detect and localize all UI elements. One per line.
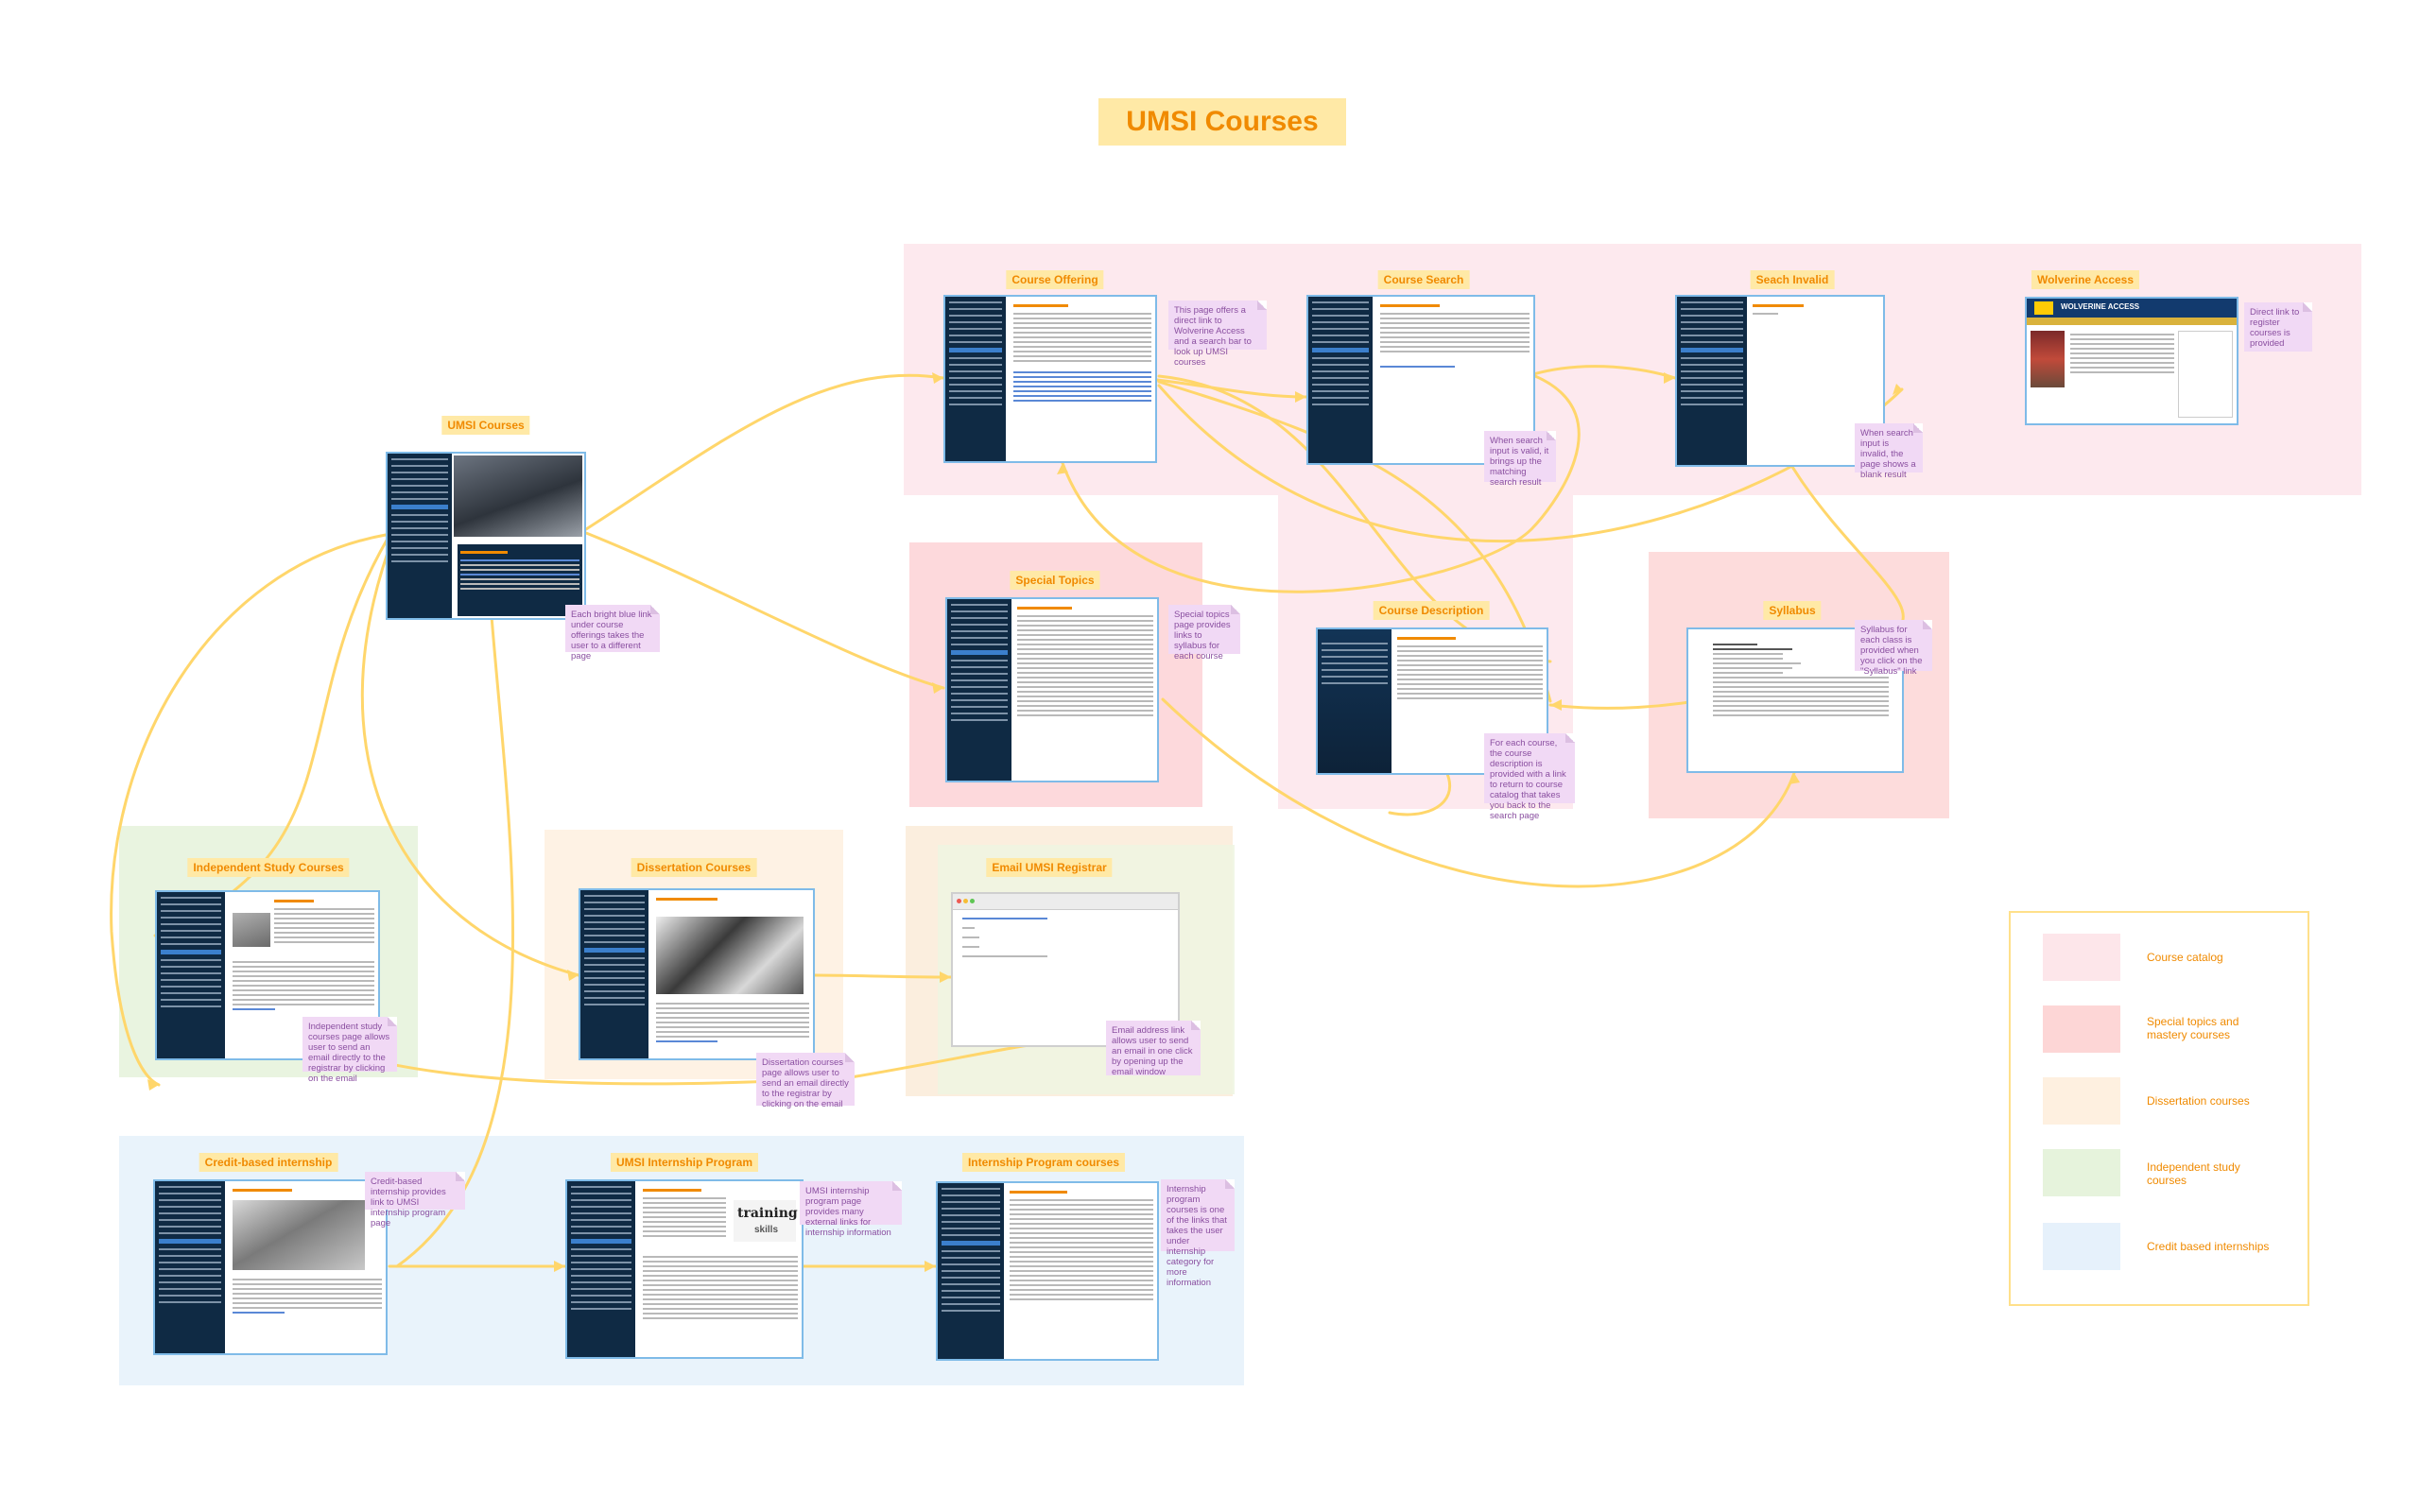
label-search-invalid: Seach Invalid [1750,270,1835,289]
legend-swatch-dissertation [2043,1077,2120,1125]
wolverine-header-bar: WOLVERINE ACCESS [2027,299,2237,318]
training-word: training [737,1206,798,1221]
label-independent-study: Independent Study Courses [187,858,350,877]
screen-search-invalid[interactable] [1675,295,1885,467]
note-umsi-internship: UMSI internship program page provides ma… [800,1181,902,1238]
legend-swatch-course-catalog [2043,934,2120,981]
note-search-invalid: When search input is invalid, the page s… [1855,423,1923,480]
note-dissertation: Dissertation courses page allows user to… [756,1053,855,1109]
label-syllabus: Syllabus [1763,601,1822,620]
label-email-registrar: Email UMSI Registrar [986,858,1113,877]
label-course-search: Course Search [1377,270,1470,289]
label-wolverine-access: Wolverine Access [2031,270,2140,289]
note-special-topics: Special topics page provides links to sy… [1168,605,1240,662]
label-course-description: Course Description [1373,601,1490,620]
note-independent-study: Independent study courses page allows us… [302,1017,397,1084]
note-internship-courses: Internship program courses is one of the… [1161,1179,1235,1288]
screen-course-offering[interactable] [943,295,1157,463]
wolverine-header-text: WOLVERINE ACCESS [2061,302,2140,311]
binders-photo [656,917,804,994]
screen-dissertation[interactable] [579,888,815,1060]
screen-credit-internship[interactable] [153,1179,388,1355]
label-special-topics: Special Topics [1010,571,1100,590]
note-email-registrar: Email address link allows user to send a… [1106,1021,1201,1077]
legend-label-special-topics: Special topics and mastery courses [2147,1015,2239,1041]
legend-label-independent-study: Independent study courses [2147,1160,2240,1187]
legend-swatch-independent-study [2043,1149,2120,1196]
note-course-description: For each course, the course description … [1484,733,1575,821]
legend-swatch-credit-internships [2043,1223,2120,1270]
screen-umsi-internship[interactable]: training skills [565,1179,804,1359]
page-title: UMSI Courses [1098,98,1346,146]
note-umsi-courses: Each bright blue link under course offer… [565,605,660,662]
legend-swatch-special-topics [2043,1005,2120,1053]
legend-label-dissertation: Dissertation courses [2147,1094,2250,1108]
note-course-offering: This page offers a direct link to Wolver… [1168,301,1267,368]
label-umsi-courses: UMSI Courses [441,416,530,435]
internship-photo [233,1200,365,1270]
label-course-offering: Course Offering [1006,270,1104,289]
label-umsi-internship: UMSI Internship Program [610,1153,759,1172]
label-internship-courses: Internship Program courses [961,1153,1126,1172]
block-m-logo [2034,301,2053,315]
label-credit-internship: Credit-based internship [199,1153,338,1172]
email-window-toolbar [953,894,1178,910]
note-credit-internship: Credit-based internship provides link to… [365,1172,465,1228]
screen-special-topics[interactable] [945,597,1159,782]
campus-photo [2031,331,2065,387]
note-wolverine-access: Direct link to register courses is provi… [2244,302,2312,352]
label-dissertation: Dissertation Courses [631,858,757,877]
screen-internship-courses[interactable] [936,1181,1159,1361]
legend-label-course-catalog: Course catalog [2147,951,2223,964]
screen-wolverine-access[interactable]: WOLVERINE ACCESS [2025,297,2238,425]
presenter-photo [454,455,582,537]
screen-umsi-courses[interactable] [386,452,586,620]
legend-label-credit-internships: Credit based internships [2147,1240,2270,1253]
independent-study-photo [233,913,270,947]
skills-word: skills [754,1225,779,1235]
legend: Course catalog Special topics and master… [2009,911,2309,1306]
training-skills-graphic: training skills [734,1200,798,1242]
note-course-search: When search input is valid, it brings up… [1484,431,1556,488]
note-syllabus: Syllabus for each class is provided when… [1855,620,1932,677]
